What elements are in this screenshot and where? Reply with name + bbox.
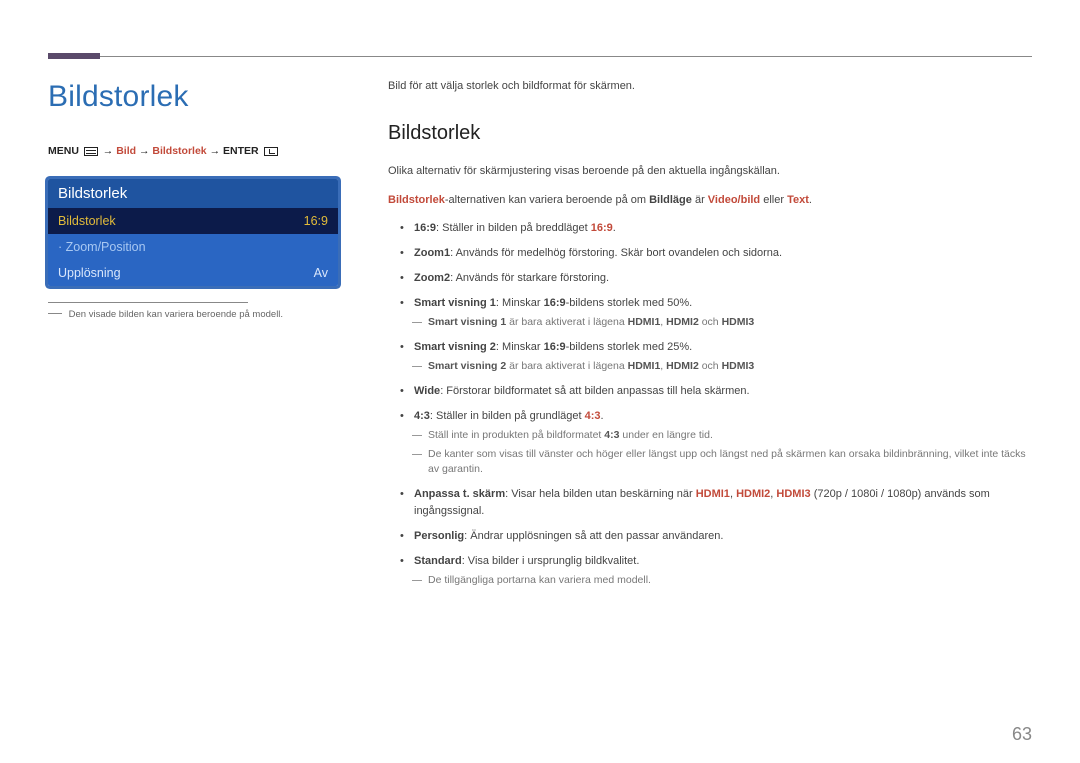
right-column: Bild för att välja storlek och bildforma… (388, 80, 1032, 597)
osd-panel: Bildstorlek Bildstorlek 16:9 · Zoom/Positi… (48, 179, 338, 286)
osd-header: Bildstorlek (48, 179, 338, 208)
para-1: Olika alternativ för skärmjustering visa… (388, 163, 1032, 180)
menupath-bild: Bild (116, 145, 136, 157)
p2-b2: Bildläge (649, 194, 692, 206)
osd-item-label: Upplösning (58, 266, 121, 280)
osd-item: · Zoom/Position (48, 234, 338, 260)
bullet-item: 4:3: Ställer in bilden på grundläget 4:3… (414, 408, 1032, 478)
menu-icon (84, 147, 98, 156)
bullet-item: Personlig: Ändrar upplösningen så att de… (414, 528, 1032, 545)
p2-r2: Text (787, 194, 809, 206)
top-rule (48, 56, 1032, 57)
page-number: 63 (1012, 724, 1032, 745)
menupath-bildstorlek: Bildstorlek (152, 145, 206, 157)
osd-item: Bildstorlek 16:9 (48, 208, 338, 234)
para-2: Bildstorlek-alternativen kan variera ber… (388, 192, 1032, 209)
bullet-note: De kanter som visas till vänster och hög… (414, 447, 1032, 479)
footnote-text: Den visade bilden kan variera beroende p… (69, 309, 283, 320)
p2-mid3: eller (760, 194, 787, 206)
p2-end: . (809, 194, 812, 206)
bullet-note: Smart visning 2 är bara aktiverat i läge… (414, 359, 1032, 375)
p2-r1: Video/bild (708, 194, 760, 206)
footnote-rule (48, 302, 248, 303)
bullet-note: De tillgängliga portarna kan variera med… (414, 573, 1032, 589)
section-heading: Bildstorlek (388, 122, 1032, 145)
menu-path: MENU → Bild → Bildstorlek → ENTER (48, 144, 348, 159)
p2-mid: -alternativen kan variera beroende på om (445, 194, 649, 206)
osd-item-label: Bildstorlek (58, 214, 116, 228)
menupath-menu: MENU (48, 145, 79, 157)
arrow: → (139, 145, 152, 157)
bullet-item: Smart visning 1: Minskar 16:9-bildens st… (414, 295, 1032, 331)
osd-item-value: Av (314, 266, 328, 280)
menupath-enter: ENTER (223, 145, 259, 157)
bullet-item: Standard: Visa bilder i ursprunglig bild… (414, 553, 1032, 589)
bullet-list: 16:9: Ställer in bilden på breddläget 16… (388, 220, 1032, 589)
dash-icon (48, 313, 62, 314)
arrow: → (103, 145, 116, 157)
left-column: Bildstorlek MENU → Bild → Bildstorlek → … (48, 80, 388, 597)
bullet-note: Smart visning 1 är bara aktiverat i läge… (414, 315, 1032, 331)
bullet-item: Wide: Förstorar bildformatet så att bild… (414, 383, 1032, 400)
bullet-item: Anpassa t. skärm: Visar hela bilden utan… (414, 486, 1032, 520)
bullet-note: Ställ inte in produkten på bildformatet … (414, 428, 1032, 444)
arrow: → (210, 145, 223, 157)
osd-item-value: 16:9 (304, 214, 328, 228)
bullet-item: 16:9: Ställer in bilden på breddläget 16… (414, 220, 1032, 237)
bullet-item: Zoom1: Används för medelhög förstoring. … (414, 245, 1032, 262)
enter-icon (264, 147, 278, 156)
manual-page: Bildstorlek MENU → Bild → Bildstorlek → … (0, 0, 1080, 763)
intro-text: Bild för att välja storlek och bildforma… (388, 80, 1032, 92)
osd-item: Upplösning Av (48, 260, 338, 286)
bullet-item: Smart visning 2: Minskar 16:9-bildens st… (414, 339, 1032, 375)
footnote: Den visade bilden kan variera beroende p… (48, 309, 348, 320)
page-title: Bildstorlek (48, 80, 348, 114)
osd-item-label: · Zoom/Position (58, 240, 146, 254)
p2-mid2: är (692, 194, 708, 206)
content-columns: Bildstorlek MENU → Bild → Bildstorlek → … (48, 80, 1032, 597)
bullet-item: Zoom2: Används för starkare förstoring. (414, 270, 1032, 287)
p2-b1: Bildstorlek (388, 194, 445, 206)
